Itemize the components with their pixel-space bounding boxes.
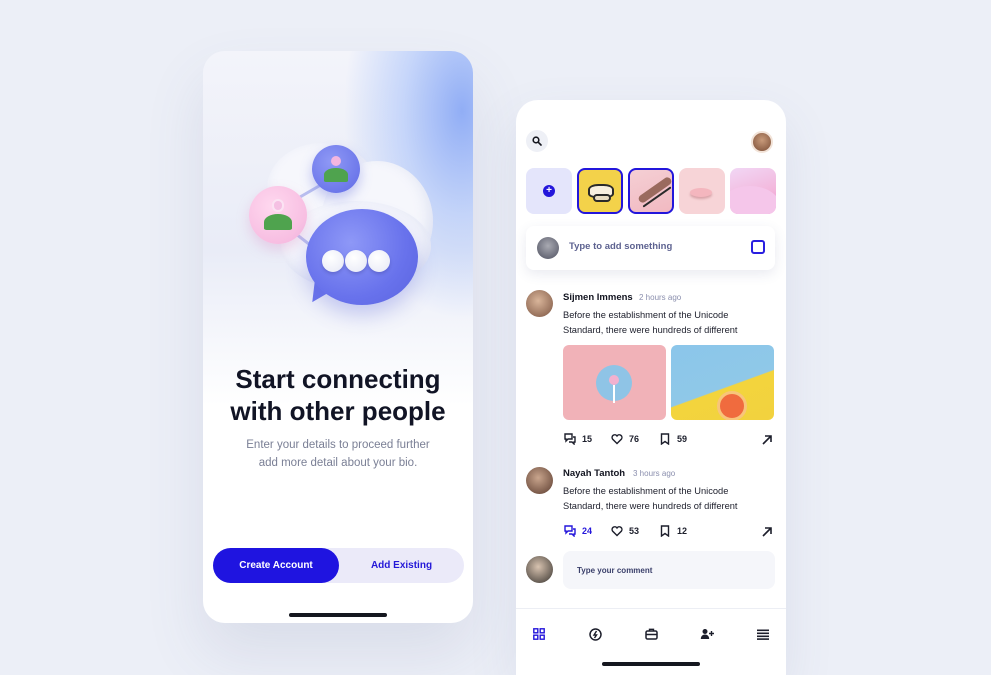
search-icon — [532, 136, 542, 146]
onboarding-subtext: Enter your details to proceed further ad… — [246, 439, 430, 469]
post-image[interactable] — [563, 345, 666, 420]
home-indicator — [289, 613, 387, 617]
heart-icon — [611, 434, 623, 445]
heart-icon — [611, 526, 623, 537]
onboarding-screen: Start connecting with other people Enter… — [203, 51, 473, 623]
scan-icon[interactable] — [751, 240, 765, 254]
nav-explore[interactable] — [587, 626, 603, 642]
story-item[interactable] — [628, 168, 674, 214]
user-bubble-icon — [249, 186, 307, 244]
bookmark-icon — [660, 525, 670, 537]
post-composer[interactable]: Type to add something — [526, 226, 775, 270]
share-arrow-icon[interactable] — [761, 526, 773, 538]
bookmark-count[interactable]: 12 — [659, 525, 687, 537]
grid-icon — [533, 628, 545, 640]
post-time: 3 hours ago — [633, 469, 676, 478]
like-count[interactable]: 76 — [611, 433, 639, 445]
post-body: Before the establishment of the Unicode … — [563, 486, 738, 511]
story-item[interactable] — [730, 168, 776, 214]
post-body: Before the establishment of the Unicode … — [563, 310, 738, 335]
onboarding-headline: Start connecting with other people — [230, 364, 446, 426]
story-item[interactable] — [577, 168, 623, 214]
nav-jobs[interactable] — [643, 626, 659, 642]
post-author[interactable]: Sijmen Immens — [563, 292, 633, 303]
share-arrow-icon[interactable] — [761, 434, 773, 446]
add-story-button[interactable]: + — [526, 168, 572, 214]
comment-count[interactable]: 24 — [564, 525, 592, 537]
bookmark-count[interactable]: 59 — [659, 433, 687, 445]
composer-placeholder: Type to add something — [569, 241, 673, 252]
feed-screen: + Type to add something Sijmen Immens 2 … — [516, 100, 786, 675]
bookmark-icon — [660, 433, 670, 445]
avatar[interactable] — [526, 290, 553, 317]
plus-icon: + — [543, 185, 555, 197]
account-button-group: Create Account Add Existing — [213, 548, 464, 583]
avatar[interactable] — [526, 467, 553, 494]
comment-icon — [564, 433, 576, 445]
story-item[interactable] — [679, 168, 725, 214]
add-existing-button[interactable]: Add Existing — [339, 548, 464, 583]
profile-avatar[interactable] — [751, 131, 773, 153]
search-button[interactable] — [526, 130, 548, 152]
comment-count[interactable]: 15 — [564, 433, 592, 445]
nav-people[interactable] — [699, 626, 715, 642]
nav-menu[interactable] — [755, 626, 771, 642]
compass-icon — [588, 627, 602, 641]
create-account-button[interactable]: Create Account — [213, 548, 339, 583]
comment-input[interactable]: Type your comment — [563, 551, 775, 589]
comment-icon — [564, 525, 576, 537]
add-user-icon — [700, 629, 714, 639]
home-indicator — [602, 662, 700, 666]
nav-home[interactable] — [531, 626, 547, 642]
toolbox-icon — [644, 628, 658, 640]
post-author[interactable]: Nayah Tantoh — [563, 468, 625, 479]
avatar — [526, 556, 553, 583]
post-time: 2 hours ago — [639, 293, 682, 302]
menu-icon — [757, 629, 769, 640]
user-bubble-icon — [312, 145, 360, 193]
post-image[interactable] — [671, 345, 774, 420]
like-count[interactable]: 53 — [611, 525, 639, 537]
avatar — [537, 237, 559, 259]
